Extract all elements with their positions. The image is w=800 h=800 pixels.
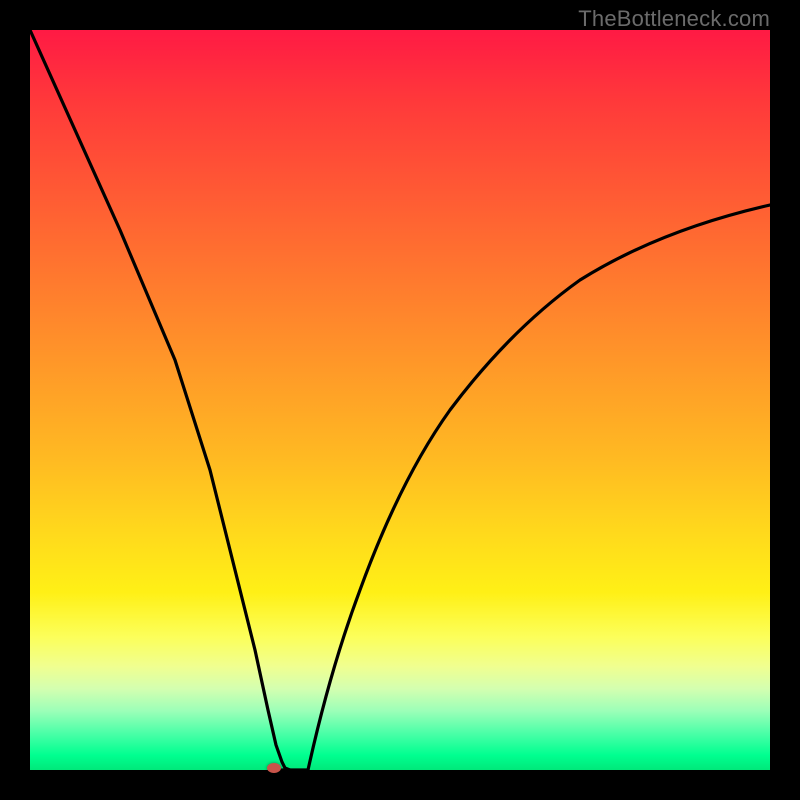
bottleneck-curve xyxy=(30,30,770,770)
watermark-text: TheBottleneck.com xyxy=(578,6,770,32)
curve-right xyxy=(308,205,770,770)
chart-stage: TheBottleneck.com xyxy=(0,0,800,800)
plot-area xyxy=(30,30,770,770)
minimum-marker xyxy=(267,763,281,773)
curve-left xyxy=(30,30,290,770)
